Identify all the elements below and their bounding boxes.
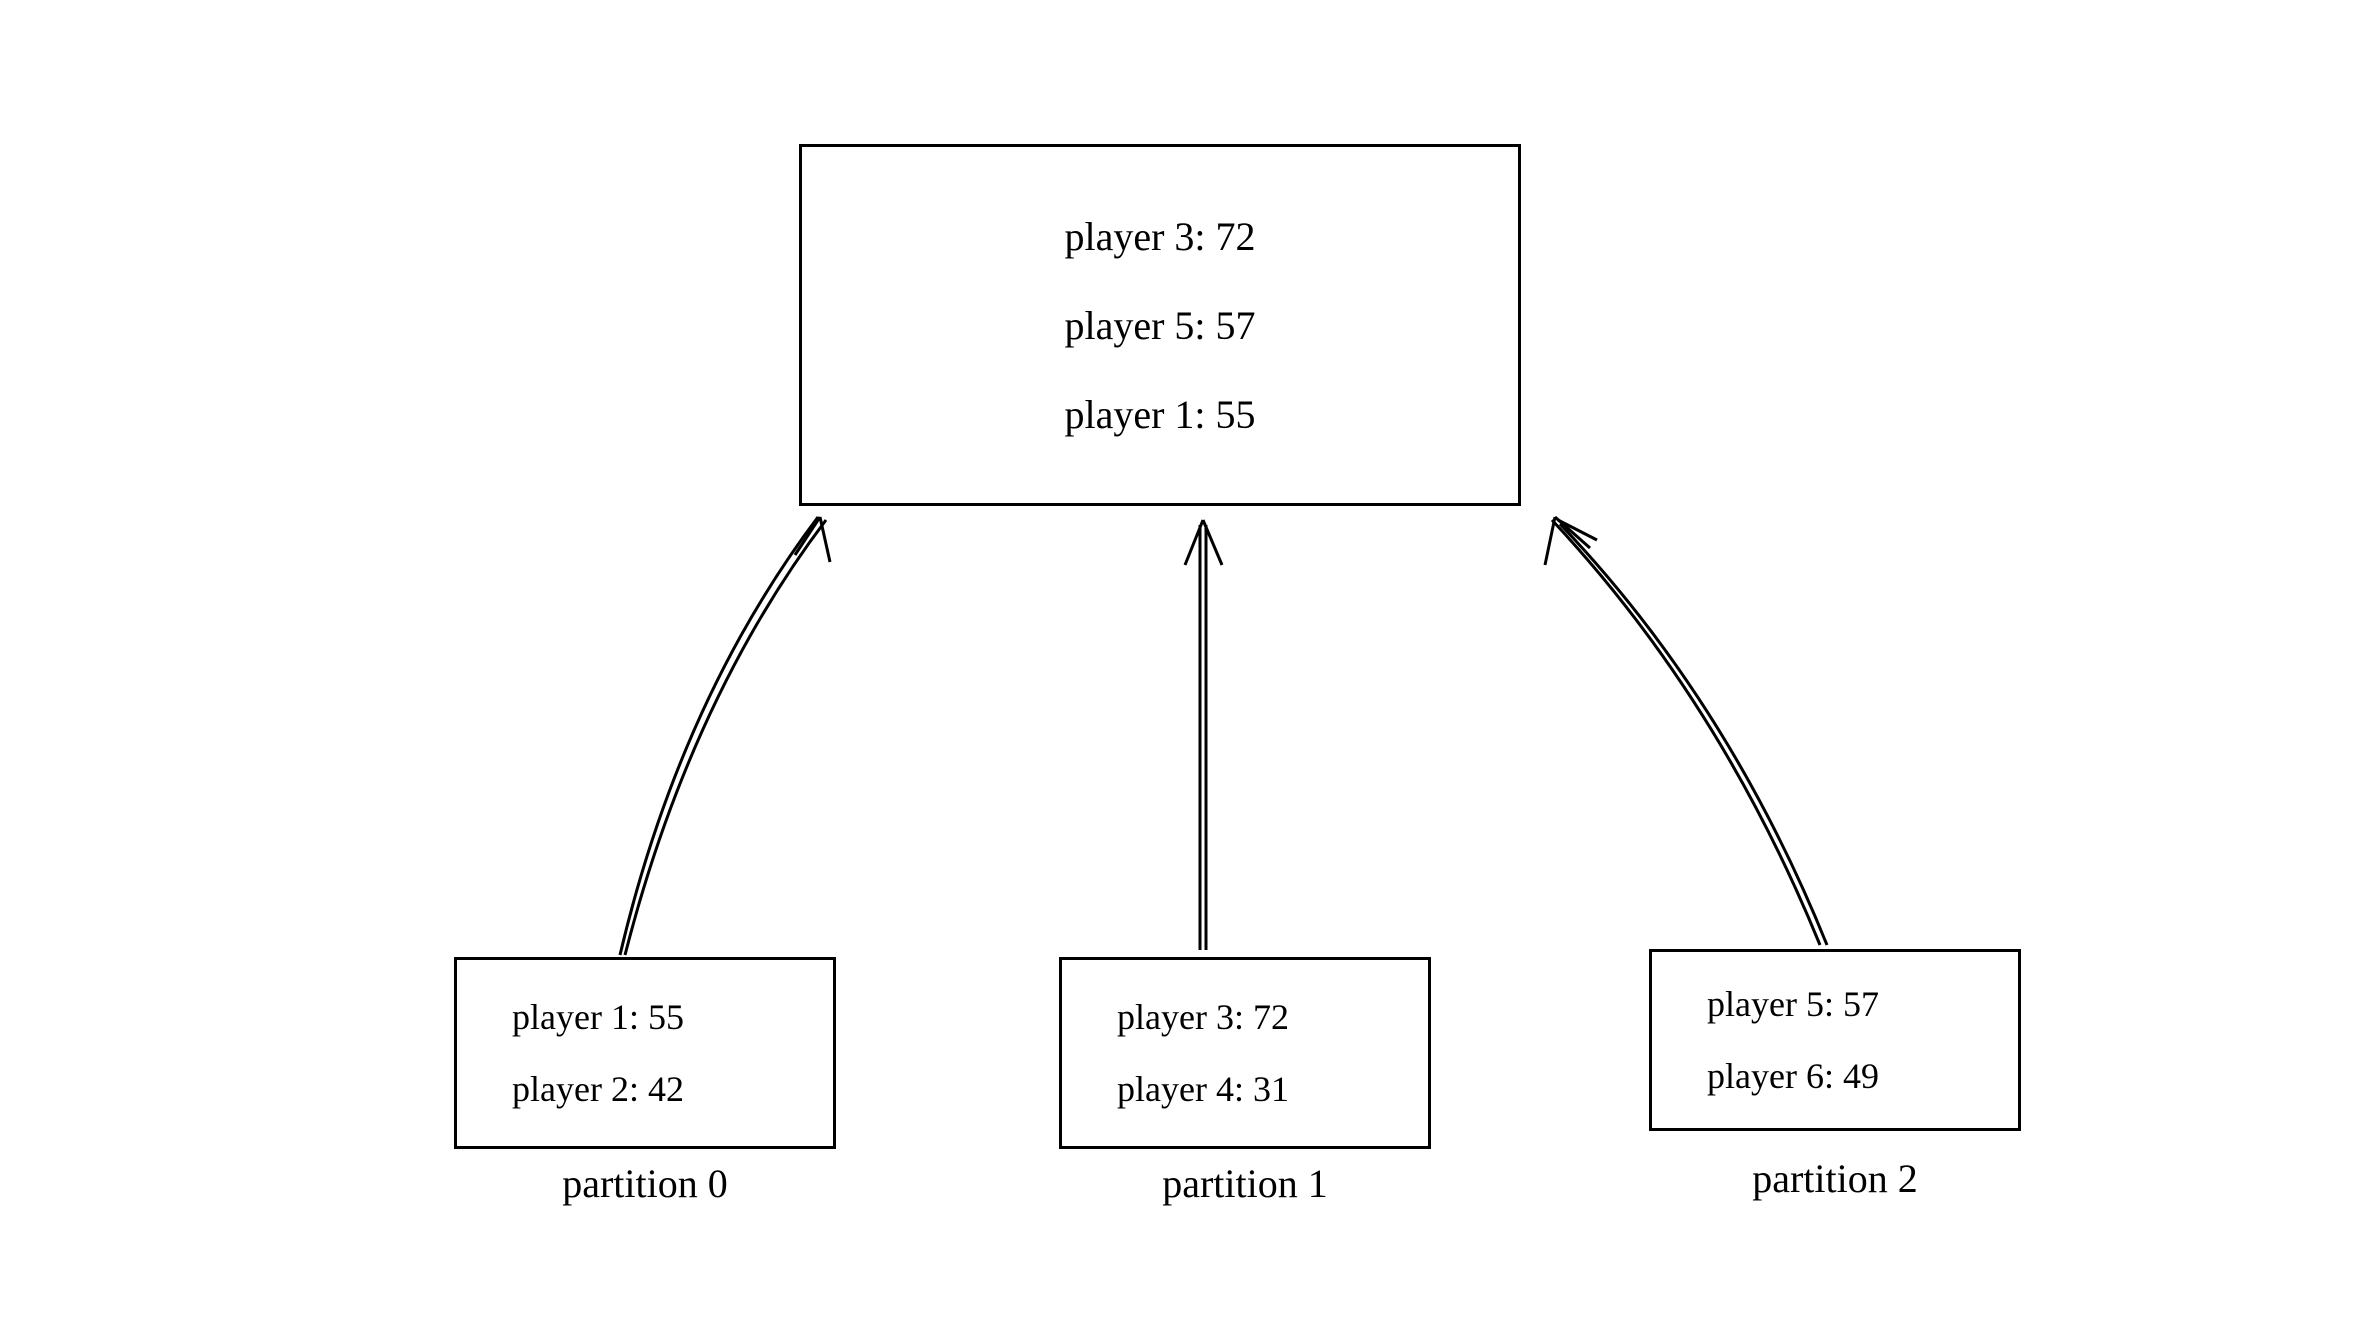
player-label: player 2 (512, 1069, 629, 1109)
partition-0-box: player 1: 55 player 2: 42 (455, 958, 835, 1148)
partition-row: player 3: 72 (1117, 996, 1289, 1038)
player-label: player 5 (1707, 984, 1824, 1024)
player-score: 55 (1216, 392, 1256, 437)
aggregate-row: player 1: 55 (1064, 391, 1255, 438)
partition-row: player 2: 42 (512, 1068, 684, 1110)
player-label: player 6 (1707, 1056, 1824, 1096)
aggregate-box: player 3: 72 player 5: 57 player 1: 55 (800, 145, 1520, 505)
player-label: player 5 (1064, 303, 1194, 348)
player-label: player 3 (1117, 997, 1234, 1037)
player-score: 57 (1843, 984, 1879, 1024)
partition-2-box: player 5: 57 player 6: 49 (1650, 950, 2020, 1130)
player-score: 55 (648, 997, 684, 1037)
partition-1-box: player 3: 72 player 4: 31 (1060, 958, 1430, 1148)
player-label: player 1 (512, 997, 629, 1037)
arrow-partition-2 (1545, 517, 1827, 945)
player-label: player 1 (1064, 392, 1194, 437)
aggregate-row: player 5: 57 (1064, 302, 1255, 349)
arrow-partition-0 (620, 517, 830, 955)
player-score: 72 (1216, 214, 1256, 259)
arrow-partition-1 (1185, 520, 1222, 950)
player-label: player 4 (1117, 1069, 1234, 1109)
partition-row: player 6: 49 (1707, 1055, 1879, 1097)
player-label: player 3 (1064, 214, 1194, 259)
partition-0-label: partition 0 (455, 1160, 835, 1207)
player-score: 31 (1253, 1069, 1289, 1109)
partition-row: player 1: 55 (512, 996, 684, 1038)
player-score: 49 (1843, 1056, 1879, 1096)
partition-1-label: partition 1 (1055, 1160, 1435, 1207)
partition-2-label: partition 2 (1645, 1155, 2025, 1202)
player-score: 42 (648, 1069, 684, 1109)
aggregate-row: player 3: 72 (1064, 213, 1255, 260)
partition-row: player 5: 57 (1707, 983, 1879, 1025)
partition-row: player 4: 31 (1117, 1068, 1289, 1110)
player-score: 57 (1216, 303, 1256, 348)
player-score: 72 (1253, 997, 1289, 1037)
